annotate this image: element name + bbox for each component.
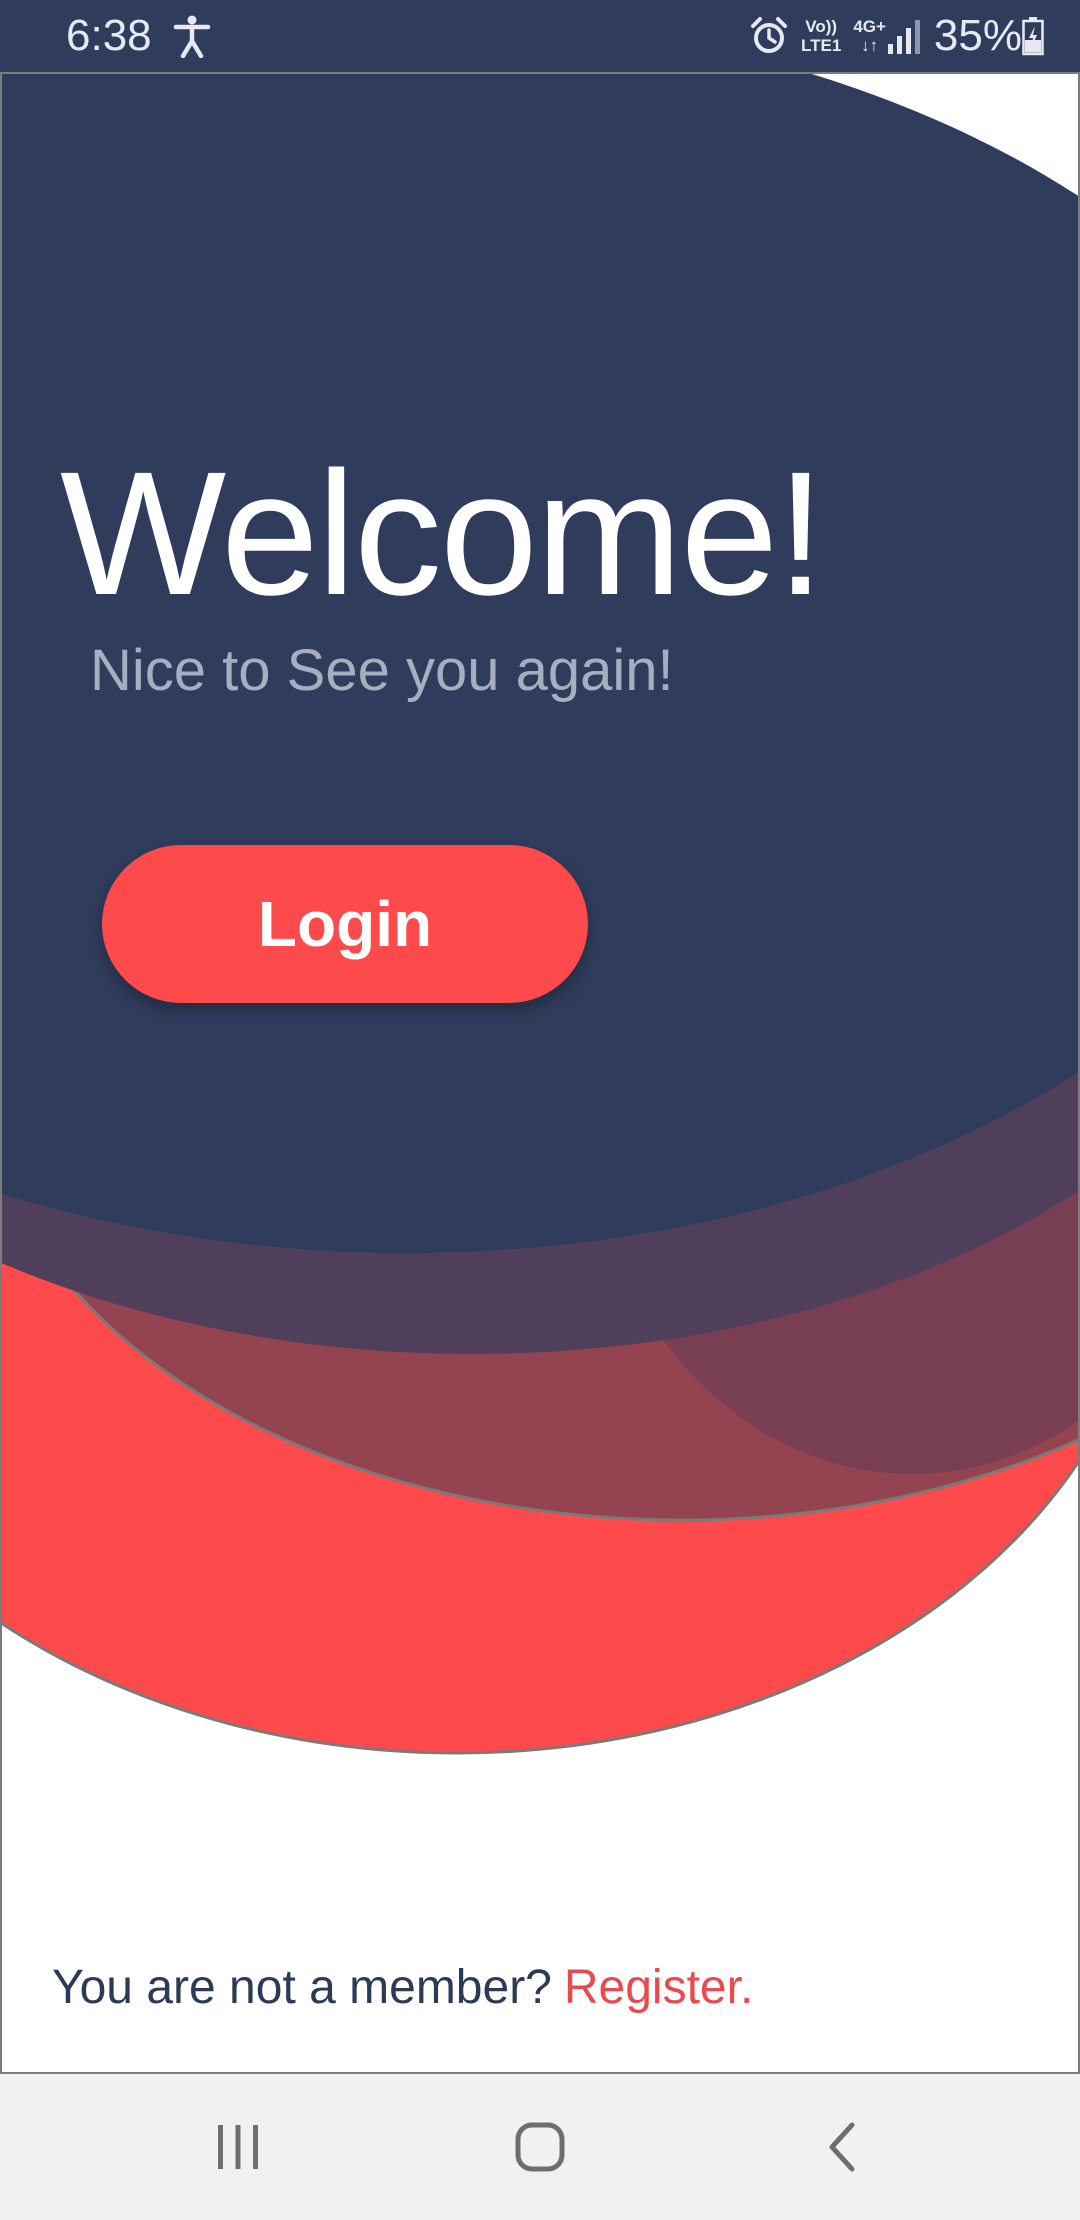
page-title: Welcome! [60,436,825,632]
recent-apps-button[interactable] [138,2074,338,2220]
status-icons: Vo)) LTE1 4G+ ↓↑ 35% [749,8,1044,64]
status-bar: 6:38 Vo)) LTE1 4G+ ↓↑ 35% [0,0,1080,72]
welcome-screen: Welcome! Nice to See you again! Login Yo… [0,72,1080,2074]
data-arrows-icon: ↓↑ [861,36,879,55]
navigation-bar [0,2074,1080,2220]
back-icon [829,2122,855,2172]
network-type-label: 4G+ [853,17,886,36]
status-time: 6:38 [66,11,152,60]
background-waves [2,74,1078,1755]
register-prompt: You are not a member? Register. [52,1956,753,2020]
signal-icon [887,20,920,54]
back-button[interactable] [742,2074,942,2220]
home-icon [515,2122,565,2172]
login-button[interactable]: Login [102,845,588,1003]
register-link[interactable]: Register. [564,1961,753,2014]
volte-icon: Vo)) LTE1 [801,17,841,55]
alarm-icon [751,17,787,53]
volte-label-bottom: LTE1 [801,36,842,55]
battery-percent: 35% [933,11,1022,60]
accessibility-icon [173,15,211,58]
register-prompt-text: You are not a member? [52,1961,552,2014]
home-button[interactable] [440,2074,640,2220]
network-4g-icon: 4G+ ↓↑ [853,17,886,55]
recent-apps-icon [218,2125,258,2169]
page-subtitle: Nice to See you again! [90,638,674,703]
volte-label-top: Vo)) [805,17,838,36]
battery-charging-icon [1022,17,1044,56]
